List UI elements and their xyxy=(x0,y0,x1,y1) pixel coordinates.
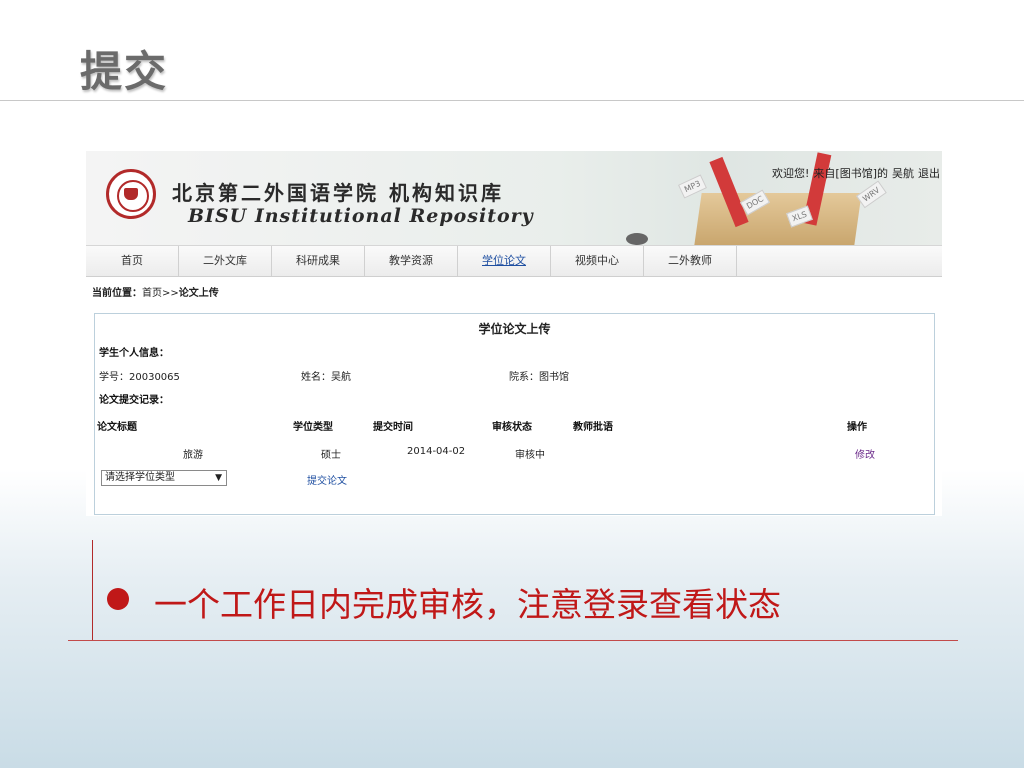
cell-time: 2014-04-02 xyxy=(407,446,466,457)
nav-research[interactable]: 科研成果 xyxy=(272,246,365,276)
degree-type-select[interactable]: 请选择学位类型 ▼ xyxy=(101,470,227,486)
cell-degree: 硕士 xyxy=(321,450,341,461)
nav-home[interactable]: 首页 xyxy=(86,246,179,276)
edit-link[interactable]: 修改 xyxy=(855,446,875,461)
welcome-greeting: 欢迎您! xyxy=(772,167,810,180)
nav-theses[interactable]: 学位论文 xyxy=(458,246,551,276)
file-tag: WRV xyxy=(856,180,887,209)
site-banner: 北京第二外国语学院 机构知识库 BISU Institutional Repos… xyxy=(86,151,942,245)
main-nav: 首页 二外文库 科研成果 教学资源 学位论文 视频中心 二外教师 xyxy=(86,245,942,277)
student-info-heading: 学生个人信息： xyxy=(99,348,169,359)
cell-title: 旅游 xyxy=(183,450,203,461)
student-id-value: 20030065 xyxy=(129,372,180,383)
breadcrumb-current: 论文上传 xyxy=(178,288,219,299)
callout-text: 一个工作日内完成审核，注意登录查看状态 xyxy=(154,585,781,624)
website-screenshot: 北京第二外国语学院 机构知识库 BISU Institutional Repos… xyxy=(86,151,942,516)
col-time: 提交时间 xyxy=(373,422,413,433)
name-value: 吴航 xyxy=(331,372,351,383)
welcome-user: 吴航 xyxy=(892,167,915,180)
mouse-icon xyxy=(626,233,648,245)
callout-left-line xyxy=(92,540,93,640)
chevron-down-icon: ▼ xyxy=(215,473,222,483)
col-action: 操作 xyxy=(847,422,867,433)
degree-select-value: 请选择学位类型 xyxy=(105,472,175,483)
panel-title: 学位论文上传 xyxy=(478,322,551,336)
welcome-from: 来自[图书馆]的 xyxy=(813,167,889,180)
student-id: 学号：20030065 xyxy=(99,368,180,383)
breadcrumb-home[interactable]: 首页 xyxy=(142,288,162,299)
site-name-cn: 北京第二外国语学院 机构知识库 xyxy=(172,181,504,205)
dept-label: 院系： xyxy=(509,372,539,383)
box-illustration xyxy=(694,193,862,245)
nav-video[interactable]: 视频中心 xyxy=(551,246,644,276)
col-title: 论文标题 xyxy=(97,422,137,433)
bullet-dot-icon xyxy=(107,588,129,610)
records-heading: 论文提交记录： xyxy=(99,395,169,406)
site-name-en: BISU Institutional Repository xyxy=(188,205,534,227)
dept-value: 图书馆 xyxy=(539,372,569,383)
welcome-bar: 欢迎您! 来自[图书馆]的 吴航 退出 xyxy=(772,165,942,181)
upload-panel: 学位论文上传 学生个人信息： 学号：20030065 姓名：吴航 院系：图书馆 … xyxy=(94,313,935,515)
slide-title: 提交 xyxy=(80,47,169,96)
col-comment: 教师批语 xyxy=(573,422,613,433)
student-name: 姓名：吴航 xyxy=(301,368,351,383)
breadcrumb: 当前位置：首页>>论文上传 xyxy=(92,284,219,299)
col-degree: 学位类型 xyxy=(293,422,333,433)
breadcrumb-label: 当前位置： xyxy=(92,288,142,299)
col-status: 审核状态 xyxy=(492,422,532,433)
nav-teaching[interactable]: 教学资源 xyxy=(365,246,458,276)
submit-thesis-link[interactable]: 提交论文 xyxy=(307,472,347,487)
cell-status: 审核中 xyxy=(515,450,545,461)
nav-bisu-library[interactable]: 二外文库 xyxy=(179,246,272,276)
student-id-label: 学号： xyxy=(99,372,129,383)
callout-bottom-line xyxy=(68,640,958,641)
name-label: 姓名： xyxy=(301,372,331,383)
breadcrumb-sep: >> xyxy=(162,288,179,299)
student-dept: 院系：图书馆 xyxy=(509,368,569,383)
university-seal-logo xyxy=(106,169,156,219)
nav-teachers[interactable]: 二外教师 xyxy=(644,246,737,276)
title-divider xyxy=(0,100,1024,101)
logout-link[interactable]: 退出 xyxy=(918,167,940,180)
